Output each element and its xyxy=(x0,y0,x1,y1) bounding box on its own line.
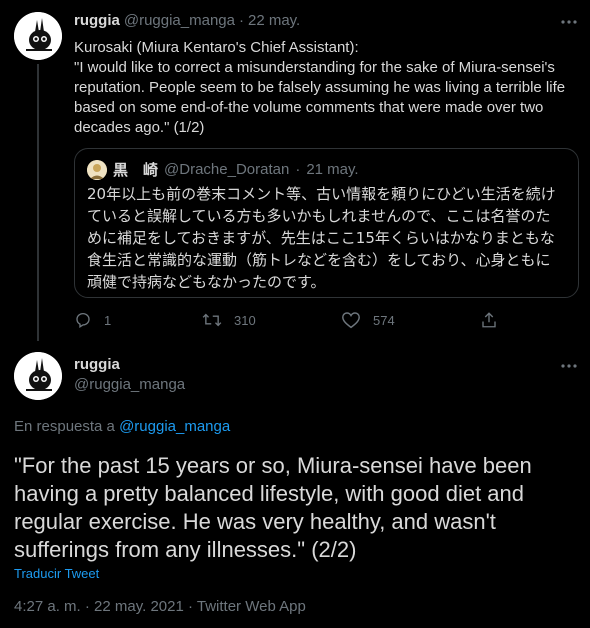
reply-context: En respuesta a @ruggia_manga xyxy=(14,418,230,435)
tweet-text: Kurosaki (Miura Kentaro's Chief Assistan… xyxy=(74,39,566,136)
tweet-timestamp[interactable]: 4:27 a. m. · 22 may. 2021 · Twitter Web … xyxy=(14,598,306,615)
like-count: 574 xyxy=(373,312,395,328)
author-name[interactable]: ruggia xyxy=(74,356,120,373)
author-handle[interactable]: @ruggia_manga xyxy=(124,12,235,29)
quote-avatar-icon xyxy=(87,159,107,180)
thread-line xyxy=(37,64,39,341)
tweet-date[interactable]: 22 may. xyxy=(248,12,300,29)
avatar-rabbit-icon xyxy=(14,12,62,60)
reply-action[interactable]: 1 xyxy=(74,311,111,329)
more-button[interactable] xyxy=(559,356,579,376)
like-icon xyxy=(342,312,360,329)
more-icon xyxy=(561,364,577,368)
translate-link[interactable]: Traducir Tweet xyxy=(14,566,99,581)
author-name[interactable]: ruggia xyxy=(74,12,120,29)
avatar[interactable] xyxy=(14,12,62,60)
reply-prefix: En respuesta a xyxy=(14,418,115,435)
quote-author-name: 黒 崎 xyxy=(113,161,159,179)
more-button[interactable] xyxy=(559,12,579,32)
separator-dot: · xyxy=(238,12,244,29)
quote-separator-dot: · xyxy=(295,161,301,178)
like-action[interactable]: 574 xyxy=(341,311,395,329)
share-action[interactable] xyxy=(480,311,510,329)
retweet-icon xyxy=(202,313,222,327)
quoted-tweet[interactable]: 黒 崎 @Drache_Doratan · 21 may. 20年以上も前の巻末… xyxy=(74,148,579,298)
avatar-rabbit-icon xyxy=(14,352,62,400)
retweet-action[interactable]: 310 xyxy=(202,311,256,329)
tweet-header: ruggia @ruggia_manga · 22 may. xyxy=(74,12,300,29)
tweet-text: "For the past 15 years or so, Miura-sens… xyxy=(14,453,532,562)
quote-author-handle: @Drache_Doratan xyxy=(164,161,290,178)
quote-avatar xyxy=(87,159,107,180)
quote-date: 21 may. xyxy=(306,161,359,178)
avatar[interactable] xyxy=(14,352,62,400)
retweet-count: 310 xyxy=(234,312,256,328)
quote-header: 黒 崎 @Drache_Doratan · 21 may. xyxy=(87,159,359,180)
quote-text: 20年以上も前の巻末コメント等、古い情報を頼りにひどい生活を続けていると誤解して… xyxy=(87,185,556,291)
reply-to-link[interactable]: @ruggia_manga xyxy=(119,418,230,435)
share-icon xyxy=(482,312,496,328)
reply-count: 1 xyxy=(104,312,112,328)
author-handle[interactable]: @ruggia_manga xyxy=(74,376,185,393)
reply-icon xyxy=(76,312,90,328)
more-icon xyxy=(561,20,577,24)
